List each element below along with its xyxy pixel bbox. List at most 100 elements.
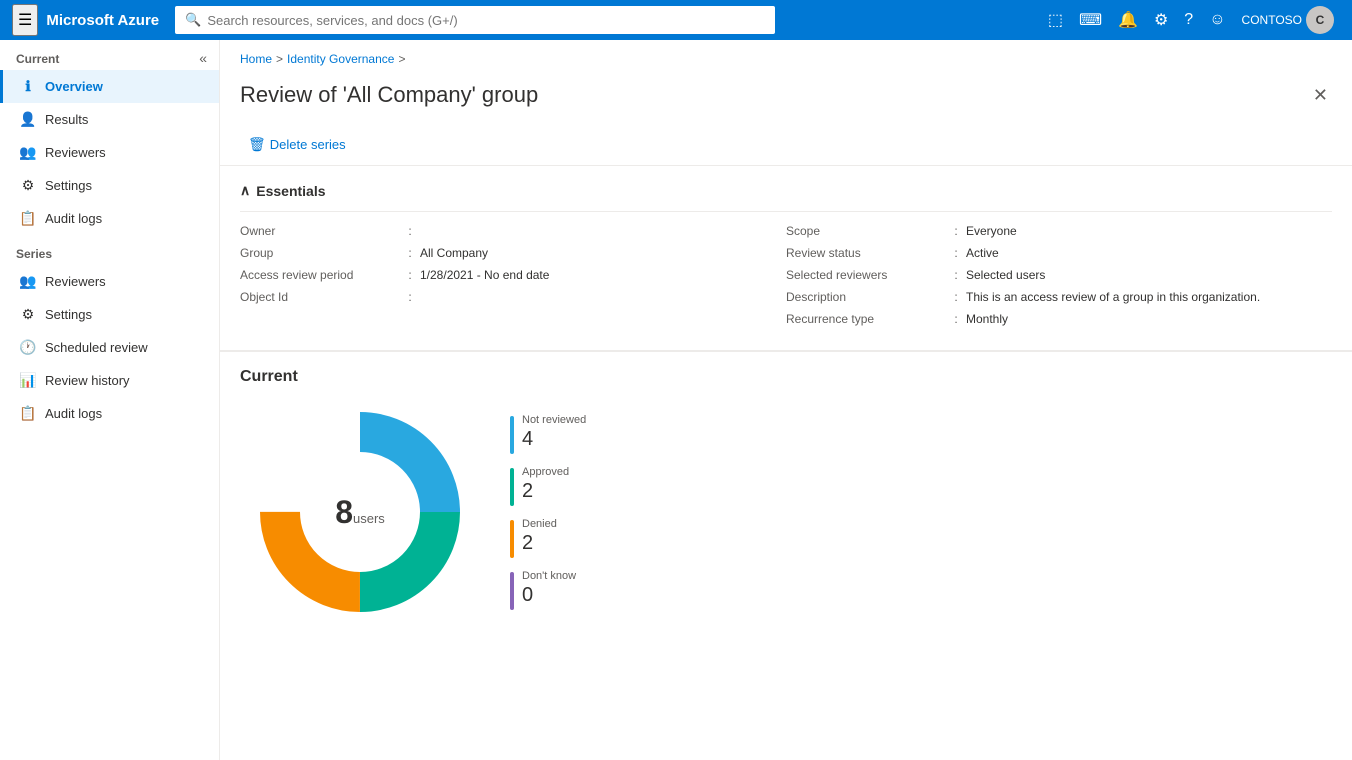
topbar: ☰ Microsoft Azure 🔍 ⬚ ⌨ 🔔 ⚙ ? ☺ CONTOSO … (0, 0, 1352, 40)
essentials-header[interactable]: ∧ Essentials (240, 182, 1332, 199)
current-section-title: Current (240, 368, 1332, 386)
search-box[interactable]: 🔍 (175, 6, 775, 34)
info-icon: ℹ (19, 78, 37, 95)
toolbar: 🗑 Delete series (220, 124, 1352, 166)
essentials-grid: Owner : Group : All Company Access revie… (240, 211, 1332, 334)
essentials-row-recurrence: Recurrence type : Monthly (786, 312, 1332, 326)
legend-count-denied: 2 (522, 532, 557, 554)
legend-name-dont-know: Don't know (522, 570, 576, 582)
essentials-row-scope: Scope : Everyone (786, 224, 1332, 238)
owner-sep: : (400, 224, 420, 238)
cloud-shell-icon: ⌨ (1079, 10, 1102, 30)
sidebar-item-label: Reviewers (45, 145, 106, 160)
sidebar-item-settings-series[interactable]: ⚙ Settings (0, 298, 219, 331)
clipboard-icon: 📋 (19, 405, 37, 422)
legend-text-denied: Denied 2 (522, 518, 557, 554)
sidebar-item-overview[interactable]: ℹ Overview (0, 70, 219, 103)
legend-text-not-reviewed: Not reviewed 4 (522, 414, 586, 450)
sidebar-item-label: Settings (45, 178, 92, 193)
legend-name-not-reviewed: Not reviewed (522, 414, 586, 426)
period-label: Access review period (240, 268, 400, 282)
legend-text-dont-know: Don't know 0 (522, 570, 576, 606)
user-label: CONTOSO (1242, 13, 1302, 27)
help-button[interactable]: ? (1178, 7, 1199, 33)
chart-area: 8users Not reviewed 4 (240, 402, 1332, 622)
sidebar-section-current: Current (0, 40, 219, 70)
sidebar-item-reviewers-current[interactable]: 👥 Reviewers (0, 136, 219, 169)
review-status-value: Active (966, 246, 999, 260)
legend-bar-denied (510, 520, 514, 558)
smiley-icon: ☺ (1209, 11, 1225, 29)
portal-button[interactable]: ⬚ (1042, 6, 1069, 34)
search-input[interactable] (207, 13, 765, 28)
donut-chart: 8users (250, 402, 470, 622)
breadcrumb-sep1: > (276, 52, 283, 66)
group-sep: : (400, 246, 420, 260)
essentials-row-group: Group : All Company (240, 246, 786, 260)
breadcrumb: Home > Identity Governance > (220, 44, 1352, 74)
breadcrumb-identity-governance[interactable]: Identity Governance (287, 52, 394, 66)
sidebar-item-label: Audit logs (45, 406, 102, 421)
settings-button[interactable]: ⚙ (1148, 6, 1174, 34)
page-title-row: Review of 'All Company' group ✕ (220, 74, 1352, 124)
sidebar-item-reviewers-series[interactable]: 👥 Reviewers (0, 265, 219, 298)
legend-count-approved: 2 (522, 480, 569, 502)
sidebar-item-audit-logs-series[interactable]: 📋 Audit logs (0, 397, 219, 430)
brand-label: Microsoft Azure (46, 12, 159, 29)
scope-value: Everyone (966, 224, 1017, 238)
legend-count-not-reviewed: 4 (522, 428, 586, 450)
sidebar-item-audit-logs-current[interactable]: 📋 Audit logs (0, 202, 219, 235)
sidebar-item-label: Overview (45, 79, 103, 94)
main-layout: « Current ℹ Overview 👤 Results 👥 Reviewe… (0, 40, 1352, 760)
recurrence-sep: : (946, 312, 966, 326)
legend-count-dont-know: 0 (522, 584, 576, 606)
legend-bar-dont-know (510, 572, 514, 610)
legend-item-dont-know: Don't know 0 (510, 570, 586, 610)
delete-series-button[interactable]: 🗑 Delete series (240, 132, 354, 157)
legend-item-not-reviewed: Not reviewed 4 (510, 414, 586, 454)
sidebar-item-scheduled-review[interactable]: 🕐 Scheduled review (0, 331, 219, 364)
legend-text-approved: Approved 2 (522, 466, 569, 502)
sidebar-item-settings-current[interactable]: ⚙ Settings (0, 169, 219, 202)
essentials-row-description: Description : This is an access review o… (786, 290, 1332, 304)
legend-bar-approved (510, 468, 514, 506)
essentials-left-col: Owner : Group : All Company Access revie… (240, 224, 786, 334)
gear-icon: ⚙ (19, 306, 37, 323)
legend-item-denied: Denied 2 (510, 518, 586, 558)
people-icon: 👥 (19, 273, 37, 290)
essentials-section: ∧ Essentials Owner : Group : All Company (220, 166, 1352, 350)
current-section: Current (220, 351, 1352, 638)
sidebar-item-label: Reviewers (45, 274, 106, 289)
hamburger-icon: ☰ (18, 12, 32, 29)
content-area: Home > Identity Governance > Review of '… (220, 40, 1352, 760)
user-menu[interactable]: CONTOSO C (1236, 2, 1340, 38)
legend-name-approved: Approved (522, 466, 569, 478)
bell-icon: 🔔 (1118, 10, 1138, 30)
close-button[interactable]: ✕ (1309, 82, 1332, 108)
sidebar-item-label: Results (45, 112, 88, 127)
topbar-icons: ⬚ ⌨ 🔔 ⚙ ? ☺ CONTOSO C (1042, 2, 1340, 38)
selected-reviewers-sep: : (946, 268, 966, 282)
objectid-label: Object Id (240, 290, 400, 304)
legend-name-denied: Denied (522, 518, 557, 530)
person-icon: 👤 (19, 111, 37, 128)
essentials-title: Essentials (256, 183, 325, 199)
help-icon: ? (1184, 11, 1193, 29)
essentials-row-period: Access review period : 1/28/2021 - No en… (240, 268, 786, 282)
sidebar-collapse-button[interactable]: « (195, 48, 211, 68)
cloud-shell-button[interactable]: ⌨ (1073, 6, 1108, 34)
donut-hole (305, 457, 415, 567)
notifications-button[interactable]: 🔔 (1112, 6, 1144, 34)
chart-icon: 📊 (19, 372, 37, 389)
hamburger-button[interactable]: ☰ (12, 4, 38, 36)
owner-label: Owner (240, 224, 400, 238)
scope-label: Scope (786, 224, 946, 238)
sidebar-item-label: Scheduled review (45, 340, 148, 355)
gear-icon: ⚙ (19, 177, 37, 194)
feedback-button[interactable]: ☺ (1203, 7, 1231, 33)
review-status-sep: : (946, 246, 966, 260)
breadcrumb-home[interactable]: Home (240, 52, 272, 66)
people-icon: 👥 (19, 144, 37, 161)
sidebar-item-results[interactable]: 👤 Results (0, 103, 219, 136)
sidebar-item-review-history[interactable]: 📊 Review history (0, 364, 219, 397)
